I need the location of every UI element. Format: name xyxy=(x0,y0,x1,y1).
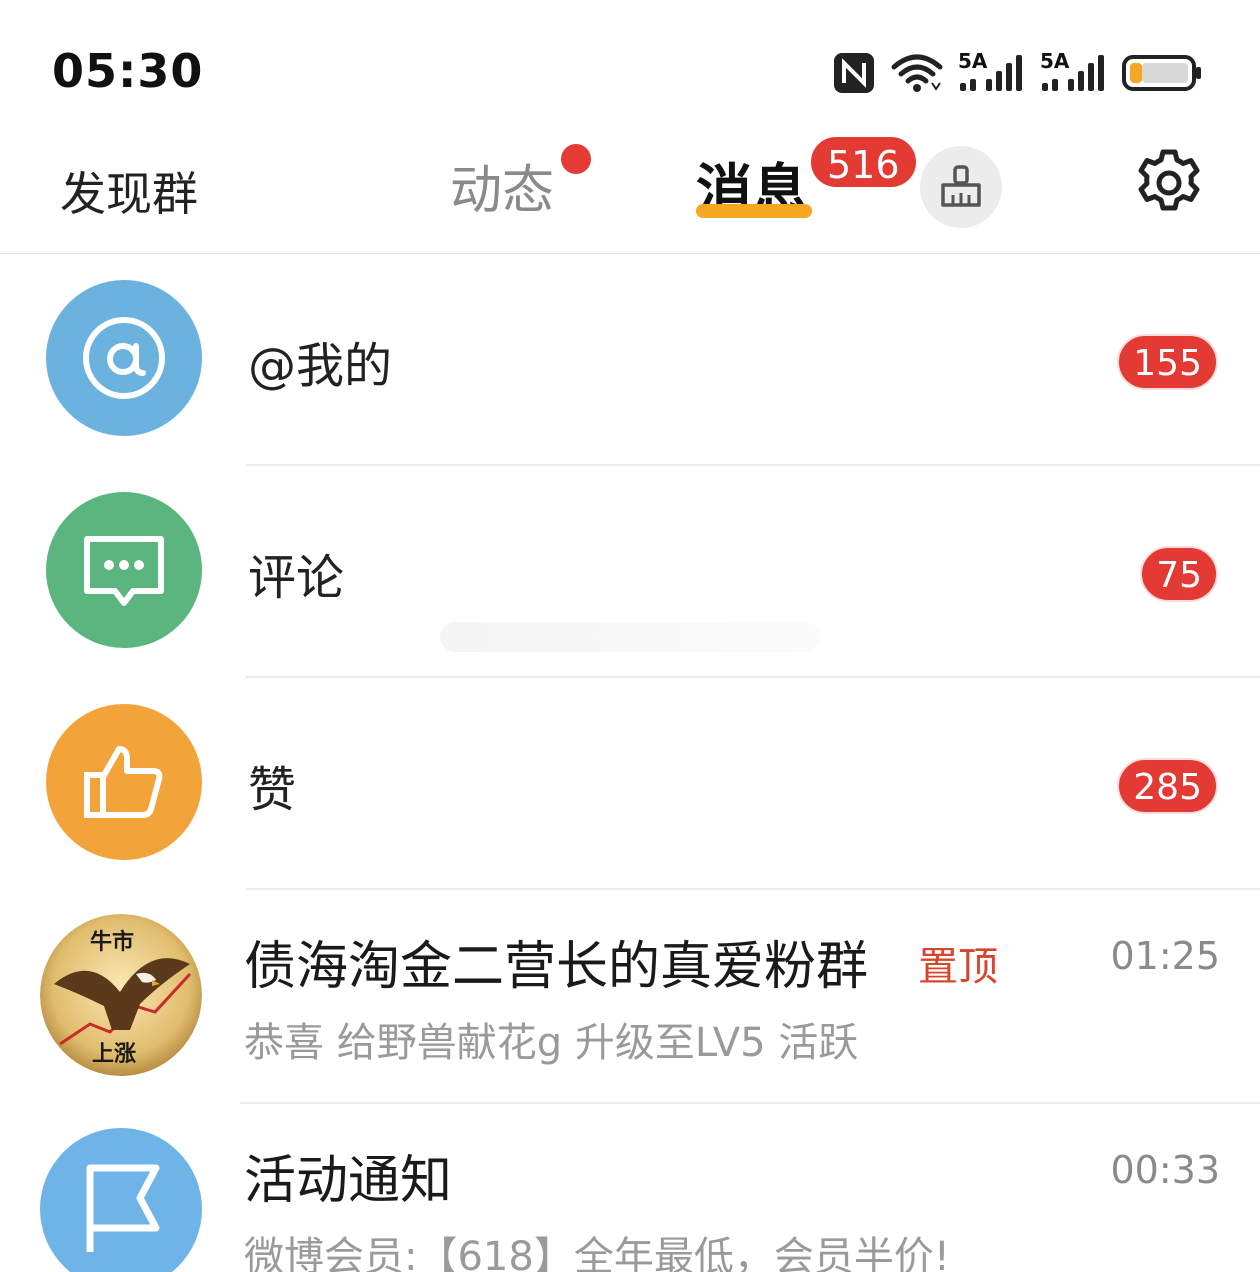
mentions-count-badge: 155 xyxy=(1117,334,1218,390)
at-icon xyxy=(83,317,165,399)
wifi-icon xyxy=(891,54,943,92)
comments-avatar xyxy=(46,492,202,648)
comments-label: 评论 xyxy=(248,550,345,606)
clear-unread-button[interactable] xyxy=(920,146,1002,228)
likes-avatar xyxy=(46,704,202,860)
mentions-label: @我的 xyxy=(248,338,393,394)
status-bar: 05:30 5A 5A xyxy=(0,0,1260,120)
list-item-group-chat[interactable]: 牛市 上涨 债海淘金二营长的真爱粉群 置顶 01:25 恭喜 给野兽献花g 升级… xyxy=(0,890,1260,1104)
tab-feed[interactable]: 动态 xyxy=(450,148,554,223)
chat-bubble-icon xyxy=(84,536,164,606)
conversation-title: 债海淘金二营长的真爱粉群 xyxy=(244,937,869,997)
feed-unread-dot xyxy=(561,144,591,174)
status-time: 05:30 xyxy=(52,44,204,98)
group-avatar: 牛市 上涨 xyxy=(40,914,202,1076)
activity-avatar xyxy=(40,1128,202,1272)
avatar-bottom-text: 上涨 xyxy=(92,1042,137,1067)
conversation-time: 00:33 xyxy=(1110,1148,1220,1192)
signal-icon: 5A xyxy=(958,49,1026,97)
comments-count-badge: 75 xyxy=(1140,546,1218,602)
tab-discover-groups[interactable]: 发现群 xyxy=(60,158,198,224)
conversation-title: 活动通知 xyxy=(244,1151,453,1211)
likes-count-badge: 285 xyxy=(1117,758,1218,814)
list-item-activity-notice[interactable]: 活动通知 00:33 微博会员:【618】全年最低，会员半价! xyxy=(0,1104,1260,1272)
messages-screen: 05:30 5A 5A 发现群 动态 消息 516 @我的 155 评论 75 … xyxy=(0,0,1260,1272)
message-list: @我的 155 评论 75 赞 285 牛市 上涨 债海淘金二营长的真爱粉群 置… xyxy=(0,254,1260,1272)
likes-label: 赞 xyxy=(248,762,297,818)
list-item-likes[interactable]: 赞 285 xyxy=(0,678,1260,890)
active-tab-indicator xyxy=(696,204,812,218)
settings-gear-icon[interactable] xyxy=(1134,148,1204,218)
conversation-time: 01:25 xyxy=(1110,934,1220,978)
conversation-preview: 恭喜 给野兽献花g 升级至LV5 活跃 xyxy=(244,1020,859,1066)
broom-icon xyxy=(941,165,981,207)
flag-icon xyxy=(86,1164,160,1252)
mentions-avatar xyxy=(46,280,202,436)
pinned-tag: 置顶 xyxy=(918,944,998,990)
blurred-overlay xyxy=(440,622,820,652)
signal-icon: 5A xyxy=(1040,49,1108,97)
avatar-top-text: 牛市 xyxy=(90,930,135,955)
nfc-icon xyxy=(834,53,874,93)
messages-unread-badge: 516 xyxy=(808,134,919,190)
top-tab-bar: 发现群 动态 消息 516 xyxy=(0,120,1260,254)
conversation-preview: 微博会员:【618】全年最低，会员半价! xyxy=(244,1234,950,1272)
battery-icon xyxy=(1122,55,1201,91)
thumbs-up-icon xyxy=(84,746,163,818)
list-item-mentions[interactable]: @我的 155 xyxy=(0,254,1260,466)
status-icons: 5A 5A xyxy=(832,48,1204,98)
